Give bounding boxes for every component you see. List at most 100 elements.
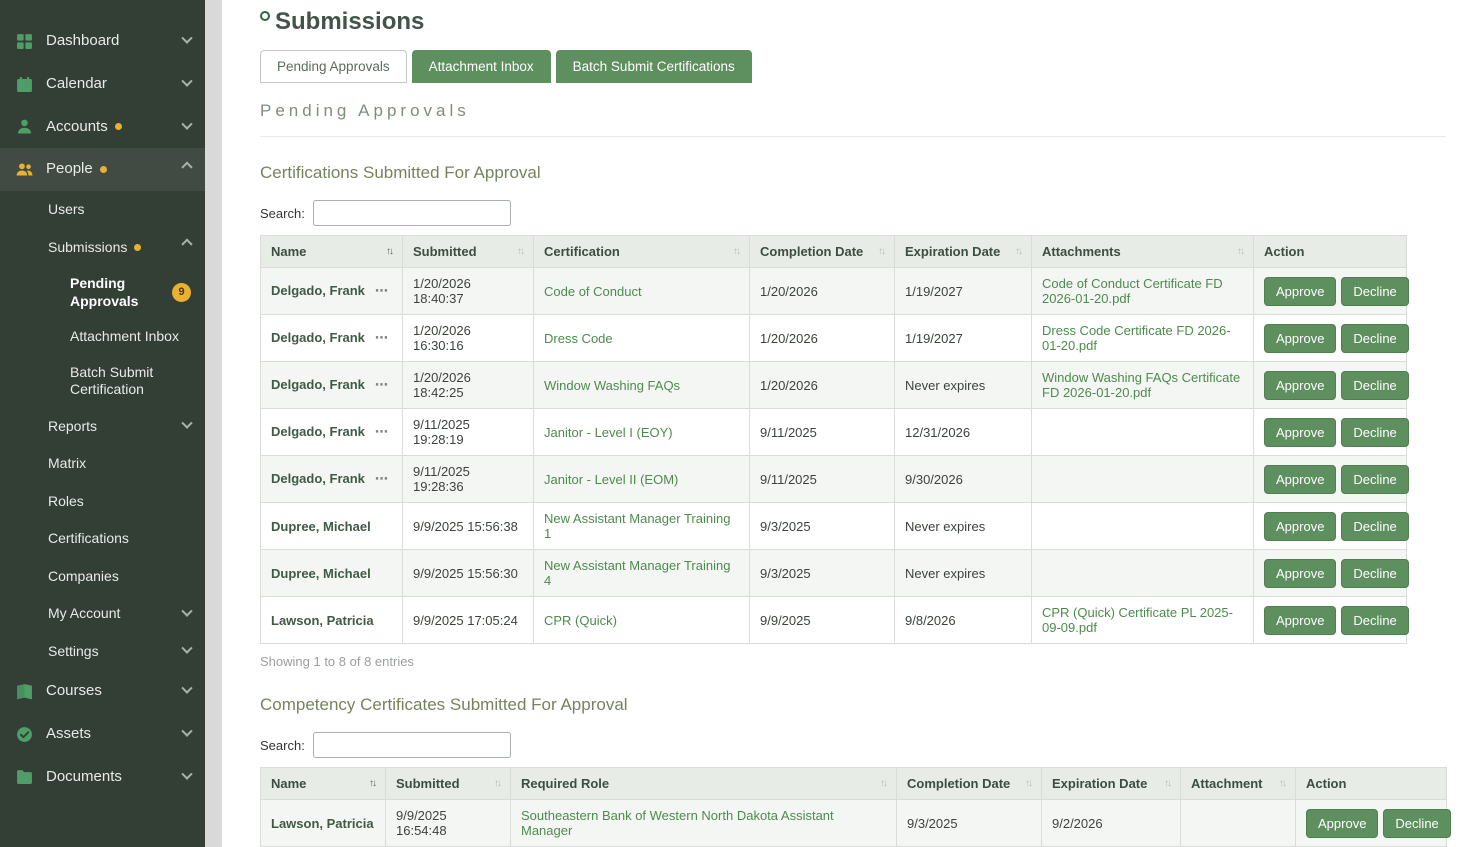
certification-link[interactable]: Janitor - Level II (EOM)	[544, 472, 678, 487]
certifications-search-input[interactable]	[313, 200, 511, 226]
notification-dot-icon	[115, 123, 122, 130]
sidebar-item-roles[interactable]: Roles	[0, 483, 205, 521]
row-name: Dupree, Michael	[271, 566, 371, 581]
sidebar-item-users[interactable]: Users	[0, 191, 205, 229]
sidebar-item-dashboard[interactable]: Dashboard	[0, 20, 205, 63]
row-menu-icon[interactable]: ⋯	[375, 283, 388, 298]
sidebar-item-label: Calendar	[46, 75, 107, 94]
sidebar-item-certifications[interactable]: Certifications	[0, 520, 205, 558]
column-header-certification[interactable]: Certification↑↓	[534, 236, 750, 268]
account-icon	[16, 118, 33, 135]
row-name: Delgado, Frank	[271, 330, 365, 345]
expiration-cell: 9/2/2026	[1042, 800, 1181, 847]
tab-batch-submit-certifications[interactable]: Batch Submit Certifications	[556, 50, 752, 83]
approve-button[interactable]: Approve	[1264, 324, 1336, 353]
action-cell: ApproveDecline	[1254, 409, 1407, 456]
tab-attachment-inbox[interactable]: Attachment Inbox	[412, 50, 551, 83]
sidebar-item-calendar[interactable]: Calendar	[0, 63, 205, 106]
table-row: Delgado, Frank⋯9/11/2025 19:28:19Janitor…	[261, 409, 1407, 456]
sidebar-item-label: Attachment Inbox	[70, 328, 179, 346]
name-cell: Lawson, Patricia	[261, 800, 386, 847]
certification-link[interactable]: Window Washing FAQs	[544, 378, 680, 393]
column-header-expiration-date[interactable]: Expiration Date↑↓	[1042, 768, 1181, 800]
column-label: Attachment	[1191, 776, 1263, 791]
certification-link[interactable]: Dress Code	[544, 331, 613, 346]
certification-link[interactable]: Janitor - Level I (EOY)	[544, 425, 673, 440]
certification-link[interactable]: Code of Conduct	[544, 284, 642, 299]
column-header-name[interactable]: Name↑↓	[261, 768, 386, 800]
competency-search-row: Search:	[260, 732, 1446, 758]
tab-pending-approvals[interactable]: Pending Approvals	[260, 50, 407, 83]
sidebar-item-batch-submit-certification[interactable]: Batch Submit Certification	[0, 355, 205, 408]
sidebar-item-accounts[interactable]: Accounts	[0, 106, 205, 149]
column-header-attachment[interactable]: Attachment↑↓	[1181, 768, 1296, 800]
sort-icon: ↑↓	[1164, 778, 1170, 789]
column-header-completion-date[interactable]: Completion Date↑↓	[750, 236, 895, 268]
attachment-link[interactable]: Code of Conduct Certificate FD 2026-01-2…	[1042, 276, 1223, 306]
approve-button[interactable]: Approve	[1264, 418, 1336, 447]
sidebar-item-assets[interactable]: Assets	[0, 713, 205, 756]
role-link[interactable]: Southeastern Bank of Western North Dakot…	[521, 808, 834, 838]
attachment-link[interactable]: CPR (Quick) Certificate PL 2025-09-09.pd…	[1042, 605, 1233, 635]
competency-search-input[interactable]	[313, 732, 511, 758]
sort-icon: ↑↓	[880, 778, 886, 789]
attachment-link[interactable]: Dress Code Certificate FD 2026-01-20.pdf	[1042, 323, 1231, 353]
approve-button[interactable]: Approve	[1306, 809, 1378, 838]
chevron-down-icon	[181, 683, 192, 694]
approve-button[interactable]: Approve	[1264, 512, 1336, 541]
sidebar-item-submissions[interactable]: Submissions	[0, 229, 205, 267]
decline-button[interactable]: Decline	[1341, 277, 1408, 306]
table-row: Dupree, Michael9/9/2025 15:56:30New Assi…	[261, 550, 1407, 597]
approve-button[interactable]: Approve	[1264, 606, 1336, 635]
row-menu-icon[interactable]: ⋯	[375, 377, 388, 392]
column-header-required-role[interactable]: Required Role↑↓	[511, 768, 897, 800]
attachment-cell	[1032, 456, 1254, 503]
scrollbar-gutter[interactable]	[205, 0, 222, 847]
column-header-attachments[interactable]: Attachments↑↓	[1032, 236, 1254, 268]
sidebar-item-pending-approvals[interactable]: Pending Approvals9	[0, 266, 205, 319]
certification-link[interactable]: New Assistant Manager Training 1	[544, 511, 730, 541]
action-cell: ApproveDecline	[1254, 315, 1407, 362]
name-cell: Lawson, Patricia	[261, 597, 403, 644]
sidebar-item-courses[interactable]: Courses	[0, 670, 205, 713]
decline-button[interactable]: Decline	[1341, 418, 1408, 447]
column-header-name[interactable]: Name↑↓	[261, 236, 403, 268]
row-menu-icon[interactable]: ⋯	[375, 330, 388, 345]
sidebar-item-attachment-inbox[interactable]: Attachment Inbox	[0, 319, 205, 355]
decline-button[interactable]: Decline	[1383, 809, 1450, 838]
approve-button[interactable]: Approve	[1264, 371, 1336, 400]
sidebar-item-companies[interactable]: Companies	[0, 558, 205, 596]
certification-link[interactable]: CPR (Quick)	[544, 613, 617, 628]
row-menu-icon[interactable]: ⋯	[375, 471, 388, 486]
sidebar-item-people[interactable]: People	[0, 148, 205, 191]
sidebar-item-reports[interactable]: Reports	[0, 408, 205, 446]
approve-button[interactable]: Approve	[1264, 465, 1336, 494]
name-cell: Dupree, Michael	[261, 503, 403, 550]
attachment-link[interactable]: Window Washing FAQs Certificate FD 2026-…	[1042, 370, 1240, 400]
column-header-submitted[interactable]: Submitted↑↓	[386, 768, 511, 800]
sidebar-item-documents[interactable]: Documents	[0, 756, 205, 799]
certification-link[interactable]: New Assistant Manager Training 4	[544, 558, 730, 588]
approve-button[interactable]: Approve	[1264, 559, 1336, 588]
search-label: Search:	[260, 206, 305, 221]
sidebar-item-settings[interactable]: Settings	[0, 633, 205, 671]
sidebar-item-my-account[interactable]: My Account	[0, 595, 205, 633]
sort-icon: ↑↓	[878, 246, 884, 257]
row-menu-icon[interactable]: ⋯	[375, 424, 388, 439]
name-cell: Dupree, Michael	[261, 550, 403, 597]
decline-button[interactable]: Decline	[1341, 606, 1408, 635]
decline-button[interactable]: Decline	[1341, 324, 1408, 353]
decline-button[interactable]: Decline	[1341, 371, 1408, 400]
sidebar-item-label: Batch Submit Certification	[70, 364, 191, 399]
approve-button[interactable]: Approve	[1264, 277, 1336, 306]
row-name: Dupree, Michael	[271, 519, 371, 534]
decline-button[interactable]: Decline	[1341, 465, 1408, 494]
decline-button[interactable]: Decline	[1341, 512, 1408, 541]
sidebar-item-matrix[interactable]: Matrix	[0, 445, 205, 483]
sidebar-item-label: Assets	[46, 725, 91, 744]
column-header-completion-date[interactable]: Completion Date↑↓	[897, 768, 1042, 800]
column-header-expiration-date[interactable]: Expiration Date↑↓	[895, 236, 1032, 268]
role-cell: Southeastern Bank of Western North Dakot…	[511, 800, 897, 847]
column-header-submitted[interactable]: Submitted↑↓	[403, 236, 534, 268]
decline-button[interactable]: Decline	[1341, 559, 1408, 588]
